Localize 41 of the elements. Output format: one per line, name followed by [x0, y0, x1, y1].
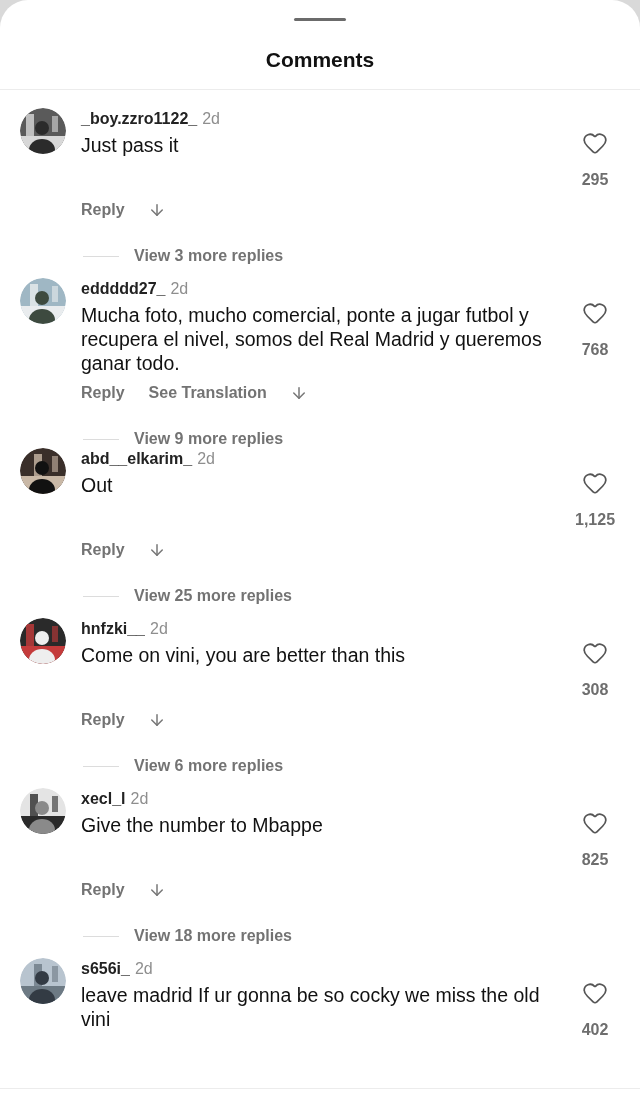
heart-icon[interactable] [582, 470, 608, 496]
comment-time: 2d [130, 789, 149, 809]
heart-icon[interactable] [582, 980, 608, 1006]
comment-text: Give the number to Mbappe [81, 813, 324, 838]
comment-action[interactable]: Reply [81, 198, 125, 222]
drag-handle[interactable] [294, 18, 346, 21]
heart-icon[interactable] [582, 300, 608, 326]
username[interactable]: eddddd27_ [81, 277, 166, 301]
comment-text: Come on vini, you are better than this [81, 643, 407, 668]
comment-action[interactable]: See Translation [148, 381, 267, 405]
comment-text: leave madrid If ur gonna be so cocky we miss the old vini [81, 983, 541, 1032]
comment-action[interactable]: Reply [81, 878, 125, 902]
comment-time: 2d [202, 109, 220, 129]
view-replies-link[interactable]: View 3 more replies [134, 244, 284, 268]
username[interactable]: _boy.zzro1122_ [81, 107, 198, 131]
username[interactable]: xecl_l [81, 787, 126, 811]
comment-action[interactable]: Reply [81, 708, 125, 732]
sheet-title: Comments [265, 47, 375, 73]
comment-action[interactable]: Reply [81, 538, 125, 562]
view-replies-link[interactable]: View 25 more replies [134, 584, 292, 608]
comment-time: 2d [197, 449, 215, 469]
view-replies-link[interactable]: View 6 more replies [134, 754, 284, 778]
username[interactable]: s656i_ [81, 957, 130, 981]
comment-time: 2d [170, 279, 189, 299]
like-count: 295 [581, 170, 609, 190]
username[interactable]: hnfzki__ [81, 617, 145, 641]
like-count: 768 [581, 340, 609, 360]
like-count: 402 [581, 1020, 609, 1040]
comment-action[interactable]: Reply [81, 381, 125, 405]
like-count: 1,125 [575, 510, 616, 530]
heart-icon[interactable] [582, 810, 608, 836]
comment-time: 2d [150, 619, 168, 639]
like-count: 308 [581, 680, 609, 700]
comment-text: Just pass it [81, 133, 180, 158]
heart-icon[interactable] [582, 130, 608, 156]
heart-icon[interactable] [582, 640, 608, 666]
comment-time: 2d [134, 959, 153, 979]
like-count: 825 [581, 850, 609, 870]
comment-text: Mucha foto, mucho comercial, ponte a jugar futbol y recupera el nivel, somos del Real Madrid y queremos ganar todo. [81, 303, 543, 375]
comment-text: Out [81, 473, 114, 498]
view-replies-link[interactable]: View 18 more replies [134, 924, 292, 948]
